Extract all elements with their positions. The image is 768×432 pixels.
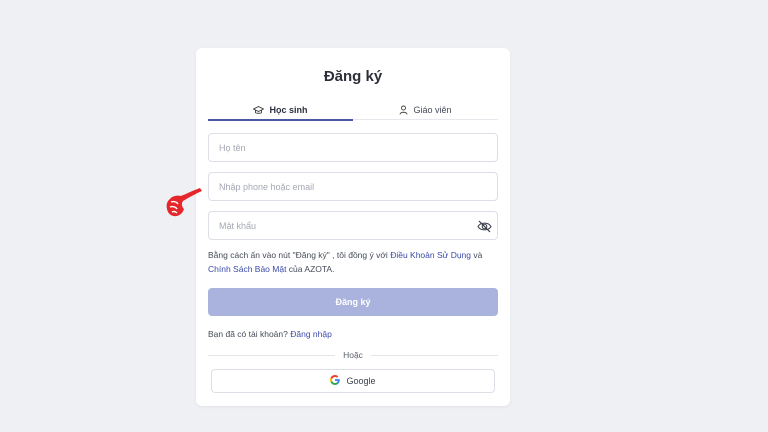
page-title: Đăng ký: [323, 68, 383, 85]
login-prompt-text: Bạn đã có tài khoản?: [208, 329, 288, 339]
password-input[interactable]: [209, 212, 497, 239]
password-field-wrapper: [208, 211, 498, 240]
name-input[interactable]: [209, 134, 497, 161]
divider-line-right: [370, 354, 498, 356]
privacy-policy-link[interactable]: Chính Sách Bảo Mật: [208, 264, 286, 274]
terms-prefix: Bằng cách ấn vào nút "Đăng ký" , tôi đồn…: [208, 250, 391, 260]
pointing-hand-icon: [162, 184, 204, 224]
tab-student[interactable]: Học sinh: [208, 100, 353, 121]
tab-student-label: Học sinh: [269, 105, 308, 115]
terms-of-use-link[interactable]: Điều Khoản Sử Dụng: [390, 250, 471, 260]
login-link[interactable]: Đăng nhập: [290, 329, 332, 339]
register-button[interactable]: Đăng ký: [208, 288, 498, 316]
divider-label: Hoặc: [343, 350, 363, 360]
terms-text: Bằng cách ấn vào nút "Đăng ký" , tôi đồn…: [208, 248, 498, 276]
terms-suffix: của AZOTA.: [286, 264, 335, 274]
tab-teacher[interactable]: Giáo viên: [353, 100, 498, 120]
register-card: Đăng ký Học sinh Giáo viên Bằng cách ấn …: [196, 48, 510, 406]
graduation-cap-icon: [253, 105, 265, 115]
terms-middle: và: [471, 250, 483, 260]
tab-teacher-label: Giáo viên: [413, 105, 452, 115]
phone-email-input[interactable]: [209, 173, 497, 200]
divider-line-left: [208, 354, 336, 356]
name-field-wrapper: [208, 133, 498, 162]
role-tabs: Học sinh Giáo viên: [208, 100, 498, 121]
eye-off-icon[interactable]: [475, 217, 493, 235]
contact-field-wrapper: [208, 172, 498, 201]
google-icon: [330, 375, 341, 387]
google-label: Google: [346, 376, 376, 386]
login-prompt: Bạn đã có tài khoản? Đăng nhập: [208, 329, 332, 339]
or-divider: Hoặc: [208, 349, 498, 361]
user-icon: [399, 105, 408, 115]
google-signin-button[interactable]: Google: [211, 369, 495, 393]
